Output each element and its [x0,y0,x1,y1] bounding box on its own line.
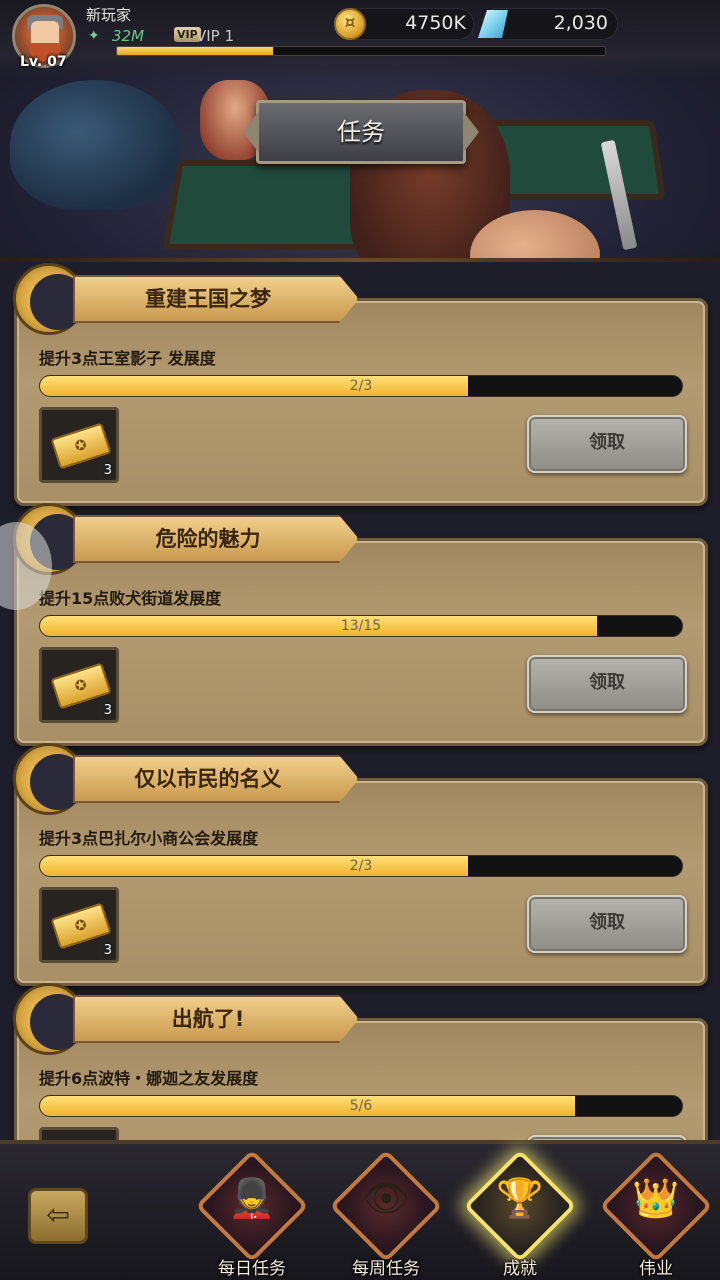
gold-ticket-icon: ✪ [50,662,112,710]
character-hat-illustration [10,80,180,210]
quest-progress-text: 2/3 [349,378,373,394]
reward-slot[interactable]: ✪ 3 [39,647,119,723]
experience-bar-fill [117,47,274,55]
tab-daily-quests[interactable]: 💂 每日任务 [195,1149,309,1279]
tab-achievements[interactable]: 🏆 成就 [463,1149,577,1279]
player-name: 新玩家 [86,6,132,24]
quest-description: 提升6点波特・娜迦之友发展度 [39,1069,259,1088]
tab-label: 伟业 [639,1259,673,1279]
quest-title: 重建王国之梦 [145,287,271,311]
quest-progress-bar: 5/6 [39,1095,683,1117]
tab-weekly-quests[interactable]: 👁 每周任务 [329,1149,443,1279]
weekly-quest-icon: 👁 [361,1176,411,1220]
quest-progress-text: 2/3 [349,858,373,874]
quest-progress-text: 5/6 [349,1098,373,1114]
gem-value: 2,030 [553,12,608,34]
reward-slot[interactable]: ✪ 3 [39,1127,119,1140]
reward-slot[interactable]: ✪ 3 [39,407,119,483]
king-icon: 👑 [632,1176,680,1220]
quest-description: 提升3点王室影子 发展度 [39,349,216,368]
top-status-bar: Lv. 07 新玩家 ✦ 32M VIP VIP 1 ¤ 4750K 2,030 [0,0,720,80]
card-table-illustration [484,120,666,200]
tab-great-deeds[interactable]: 👑 伟业 [599,1149,713,1279]
quest-title: 出航了! [171,1007,245,1031]
quest-title: 危险的魅力 [155,527,261,551]
quest-description: 提升3点巴扎尔小商公会发展度 [39,829,259,848]
quest-progress-bar: 2/3 [39,375,683,397]
bottom-navigation: ⇦ 💂 每日任务 👁 每周任务 🏆 成就 👑 伟业 [0,1140,720,1280]
quest-title: 仅以市民的名义 [134,767,282,791]
coin-icon: ¤ [334,8,366,40]
vip-level[interactable]: VIP 1 [196,27,234,45]
reward-count: 3 [103,463,112,478]
tab-label: 每周任务 [352,1259,420,1279]
quest-progress-text: 13/15 [340,618,382,634]
tab-label: 成就 [503,1259,537,1279]
quest-card: 出航了! 提升6点波特・娜迦之友发展度 5/6 ✪ 3 领取 [13,983,708,1140]
gold-ticket-icon: ✪ [50,902,112,950]
trophy-icon: 🏆 [496,1176,544,1220]
quest-progress-bar: 2/3 [39,855,683,877]
tab-label: 每日任务 [218,1259,286,1279]
back-arrow-icon: ⇦ [46,1198,70,1231]
quest-card: 仅以市民的名义 提升3点巴扎尔小商公会发展度 2/3 ✪ 3 领取 [13,743,708,986]
page-title: 任务 [337,118,385,146]
reward-slot[interactable]: ✪ 3 [39,887,119,963]
power-icon: ✦ [88,28,100,44]
quest-card: 危险的魅力 提升15点败犬街道发展度 13/15 ✪ 3 领取 [13,503,708,746]
coin-value: 4750K [405,12,466,34]
daily-quest-icon: 💂 [228,1176,276,1220]
claim-button[interactable]: 领取 [527,655,687,713]
page-title-plaque: 任务 [256,100,466,164]
power-value: 32M [112,27,145,45]
quest-description: 提升15点败犬街道发展度 [39,589,222,608]
quest-list[interactable]: 重建王国之梦 提升3点王室影子 发展度 2/3 ✪ 3 领取 危险的魅力 提升1… [0,262,720,1140]
back-button[interactable]: ⇦ [28,1188,88,1244]
experience-bar [116,46,606,56]
quest-progress-bar: 13/15 [39,615,683,637]
gold-ticket-icon: ✪ [50,422,112,470]
claim-button[interactable]: 领取 [527,415,687,473]
reward-count: 3 [103,703,112,718]
reward-count: 3 [103,943,112,958]
claim-button[interactable]: 领取 [527,895,687,953]
quest-card: 重建王国之梦 提升3点王室影子 发展度 2/3 ✪ 3 领取 [13,263,708,506]
player-level: Lv. 07 [20,54,67,70]
